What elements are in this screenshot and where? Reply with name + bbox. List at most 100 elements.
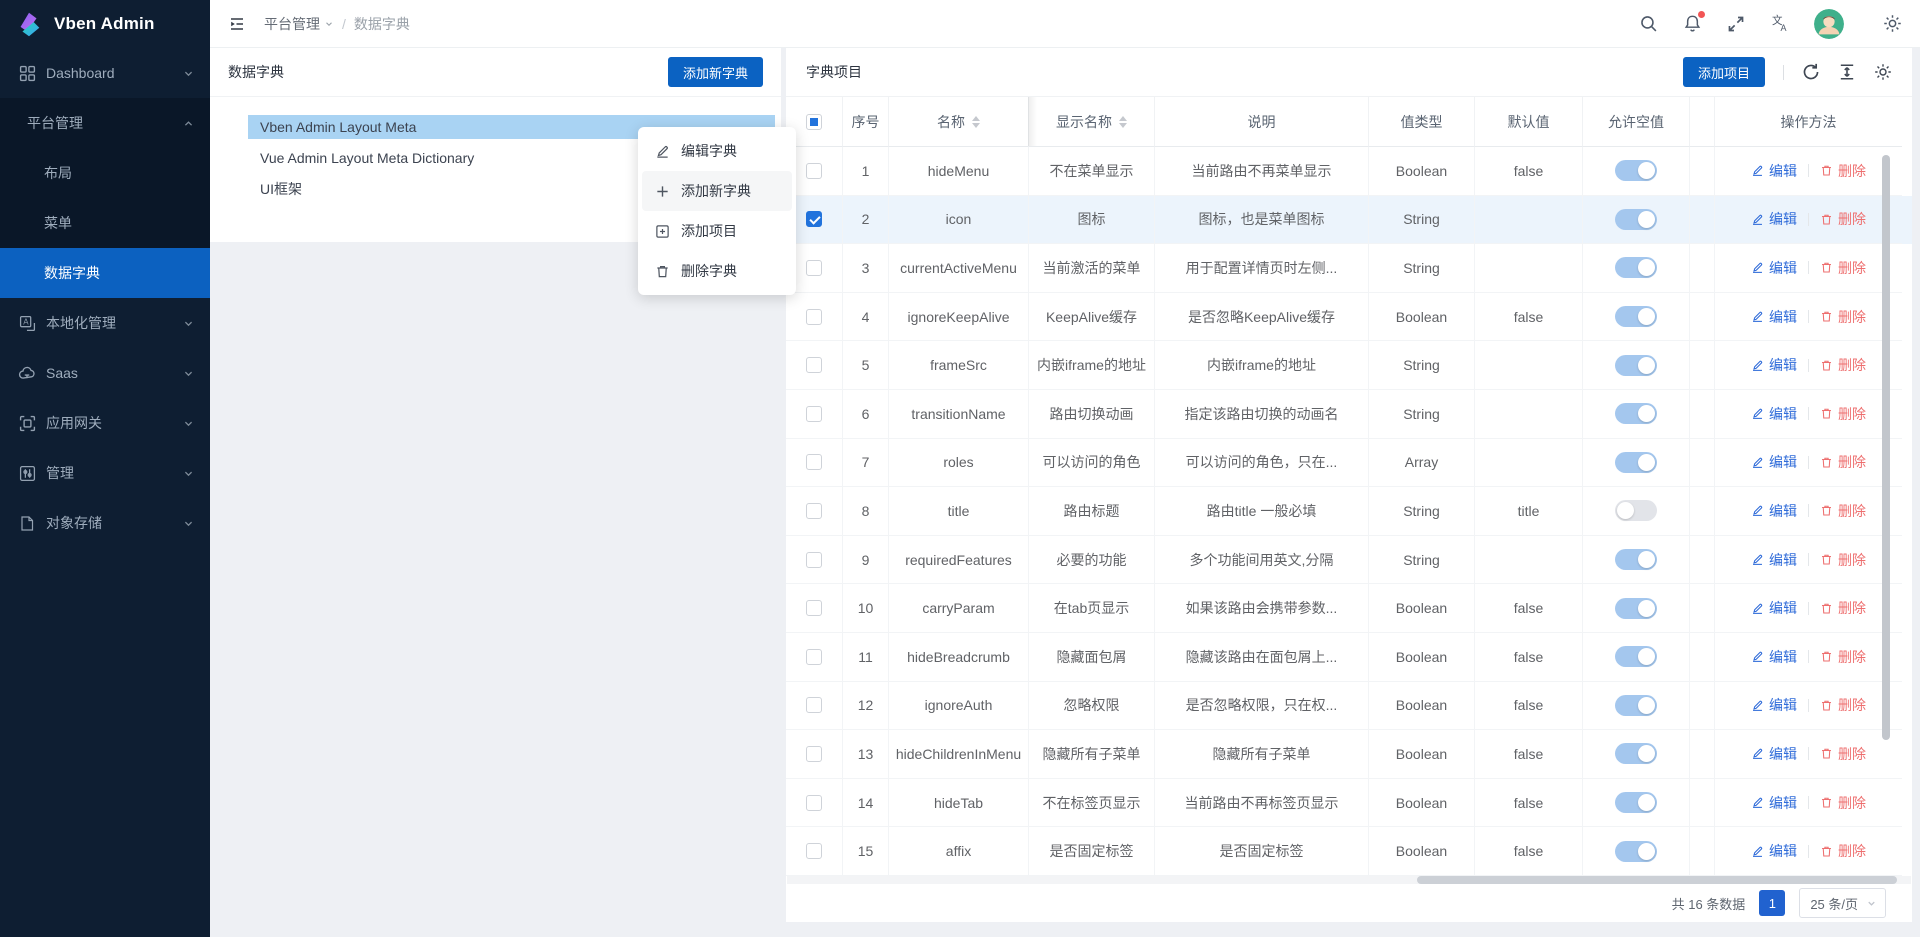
row-checkbox[interactable] [806,843,822,859]
page-size-select[interactable]: 25 条/页 [1799,888,1886,918]
horizontal-scrollbar-thumb[interactable] [1417,876,1897,884]
vertical-scrollbar[interactable] [1882,155,1890,740]
allow-empty-toggle[interactable] [1615,792,1657,813]
edit-button[interactable]: 编辑 [1751,355,1797,375]
sidebar-item-4[interactable]: 应用网关 [0,398,210,448]
edit-button[interactable]: 编辑 [1751,598,1797,618]
sidebar-item-2[interactable]: A本地化管理 [0,298,210,348]
translate-icon[interactable]: 文A [1770,14,1790,34]
row-checkbox[interactable] [806,163,822,179]
allow-empty-toggle[interactable] [1615,160,1657,181]
actions-divider [1808,164,1809,177]
delete-button[interactable]: 删除 [1820,209,1866,229]
edit-button[interactable]: 编辑 [1751,404,1797,424]
allow-empty-toggle[interactable] [1615,306,1657,327]
sidebar-item-5[interactable]: 管理 [0,448,210,498]
header-name[interactable]: 名称 [889,97,1029,147]
row-checkbox[interactable] [806,357,822,373]
edit-button[interactable]: 编辑 [1751,452,1797,472]
allow-empty-toggle[interactable] [1615,743,1657,764]
delete-button[interactable]: 删除 [1820,744,1866,764]
delete-button[interactable]: 删除 [1820,161,1866,181]
cell-name: currentActiveMenu [889,244,1029,293]
delete-button[interactable]: 删除 [1820,793,1866,813]
edit-button[interactable]: 编辑 [1751,841,1797,861]
row-checkbox[interactable] [806,795,822,811]
allow-empty-toggle[interactable] [1615,403,1657,424]
allow-empty-toggle[interactable] [1615,646,1657,667]
app-logo[interactable]: Vben Admin [0,0,210,48]
avatar[interactable] [1814,9,1844,39]
sidebar-subitem-数据字典[interactable]: 数据字典 [0,248,210,298]
delete-button[interactable]: 删除 [1820,550,1866,570]
context-menu-item-0[interactable]: 编辑字典 [642,131,792,171]
row-checkbox[interactable] [806,211,822,227]
page-1-button[interactable]: 1 [1759,890,1785,916]
sidebar-subitem-布局[interactable]: 布局 [0,148,210,198]
sidebar-subitem-菜单[interactable]: 菜单 [0,198,210,248]
sidebar-item-3[interactable]: Saas [0,348,210,398]
delete-button[interactable]: 删除 [1820,841,1866,861]
delete-button[interactable]: 删除 [1820,647,1866,667]
row-checkbox[interactable] [806,503,822,519]
header-display-name[interactable]: 显示名称 [1029,97,1155,147]
sidebar-item-6[interactable]: 对象存储 [0,498,210,548]
delete-button[interactable]: 删除 [1820,695,1866,715]
sidebar-item-0[interactable]: Dashboard [0,48,210,98]
add-dictionary-button[interactable]: 添加新字典 [668,57,763,87]
delete-button[interactable]: 删除 [1820,404,1866,424]
edit-button[interactable]: 编辑 [1751,647,1797,667]
delete-button[interactable]: 删除 [1820,598,1866,618]
delete-button[interactable]: 删除 [1820,355,1866,375]
delete-button[interactable]: 删除 [1820,258,1866,278]
edit-button[interactable]: 编辑 [1751,793,1797,813]
delete-button[interactable]: 删除 [1820,452,1866,472]
edit-button[interactable]: 编辑 [1751,695,1797,715]
delete-button[interactable]: 删除 [1820,307,1866,327]
row-checkbox[interactable] [806,746,822,762]
allow-empty-toggle[interactable] [1615,549,1657,570]
context-menu-item-1[interactable]: 添加新字典 [642,171,792,211]
settings-gear-icon[interactable] [1882,14,1902,34]
edit-button[interactable]: 编辑 [1751,258,1797,278]
allow-empty-toggle[interactable] [1615,452,1657,473]
search-icon[interactable] [1638,14,1658,34]
gear-icon[interactable] [1874,63,1892,81]
row-height-icon[interactable] [1838,63,1856,81]
allow-empty-toggle[interactable] [1615,695,1657,716]
row-checkbox[interactable] [806,309,822,325]
allow-empty-toggle[interactable] [1615,598,1657,619]
chevron-down-icon [1866,898,1877,909]
menu-fold-icon[interactable] [228,15,246,33]
context-menu-item-3[interactable]: 删除字典 [642,251,792,291]
edit-button[interactable]: 编辑 [1751,501,1797,521]
row-checkbox[interactable] [806,260,822,276]
edit-button[interactable]: 编辑 [1751,307,1797,327]
row-checkbox[interactable] [806,697,822,713]
select-all-checkbox[interactable] [806,114,822,130]
row-checkbox[interactable] [806,454,822,470]
allow-empty-toggle[interactable] [1615,257,1657,278]
add-item-button[interactable]: 添加项目 [1683,57,1765,87]
allow-empty-toggle[interactable] [1615,209,1657,230]
allow-empty-toggle[interactable] [1615,355,1657,376]
breadcrumb-item-platform[interactable]: 平台管理 [264,14,334,34]
row-checkbox[interactable] [806,600,822,616]
allow-empty-toggle[interactable] [1615,500,1657,521]
edit-button[interactable]: 编辑 [1751,209,1797,229]
row-checkbox[interactable] [806,649,822,665]
sidebar-item-1[interactable]: 平台管理 [0,98,210,148]
edit-button[interactable]: 编辑 [1751,550,1797,570]
context-menu-item-2[interactable]: 添加项目 [642,211,792,251]
breadcrumb-item-dict[interactable]: 数据字典 [354,14,410,34]
fullscreen-icon[interactable] [1726,14,1746,34]
edit-button[interactable]: 编辑 [1751,744,1797,764]
bell-icon[interactable] [1682,14,1702,34]
edit-icon [1751,359,1764,372]
allow-empty-toggle[interactable] [1615,841,1657,862]
delete-button[interactable]: 删除 [1820,501,1866,521]
row-checkbox[interactable] [806,552,822,568]
row-checkbox[interactable] [806,406,822,422]
refresh-icon[interactable] [1802,63,1820,81]
edit-button[interactable]: 编辑 [1751,161,1797,181]
